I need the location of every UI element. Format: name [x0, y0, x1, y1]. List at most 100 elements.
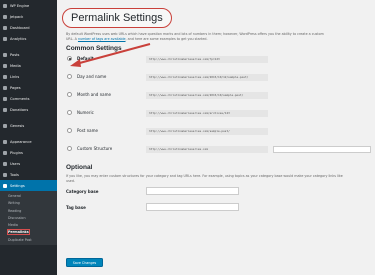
custom-structure-input[interactable]	[273, 146, 371, 153]
category-base-row: Category base	[66, 184, 375, 200]
nav-label: WP Engine	[10, 3, 30, 8]
nav-item-users[interactable]: Users	[0, 158, 57, 169]
analytics-icon	[3, 36, 7, 41]
radio-post-name[interactable]	[67, 128, 72, 133]
nav-label: Users	[10, 161, 21, 166]
nav-label: Comments	[10, 96, 30, 101]
media-icon	[3, 63, 7, 68]
option-label[interactable]: Post name	[77, 128, 98, 133]
option-label[interactable]: Custom Structure	[77, 146, 112, 151]
radio-month-and-name[interactable]	[67, 92, 72, 97]
url-sample: http://www.christinamarieseries.com/2015…	[146, 92, 268, 99]
submenu-permalinks[interactable]: Permalinks	[0, 229, 57, 236]
submenu-reading[interactable]: Reading	[0, 208, 57, 215]
option-label[interactable]: Default	[77, 56, 94, 61]
radio-numeric[interactable]	[67, 110, 72, 115]
nav-item-jetpack[interactable]: Jetpack	[0, 11, 57, 22]
submenu-writing[interactable]: Writing	[0, 200, 57, 207]
url-sample: http://www.christinamarieseries.com/samp…	[146, 128, 268, 135]
appearance-icon	[3, 139, 7, 144]
option-label[interactable]: Numeric	[77, 110, 94, 115]
nav-label: Media	[10, 63, 21, 68]
radio-day-and-name[interactable]	[67, 74, 72, 79]
url-sample: http://www.christinamarieseries.com/?p=1…	[146, 56, 268, 63]
donations-icon	[3, 107, 7, 112]
nav-item-plugins[interactable]: Plugins	[0, 147, 57, 158]
submenu-general[interactable]: General	[0, 193, 57, 200]
submenu-permalinks-label: Permalinks	[6, 229, 31, 236]
nav-item-genesis[interactable]: Genesis	[0, 120, 57, 131]
nav-item-tools[interactable]: Tools	[0, 169, 57, 180]
common-settings-heading: Common Settings	[66, 45, 122, 52]
tools-icon	[3, 172, 7, 177]
nav-label: Posts	[10, 52, 20, 57]
pin-icon	[3, 52, 7, 57]
option-default: Default http://www.christinamarieseries.…	[66, 52, 375, 70]
pages-icon	[3, 85, 7, 90]
tag-base-row: Tag base	[66, 200, 375, 216]
comments-icon	[3, 96, 7, 101]
dashboard-icon	[3, 25, 7, 30]
url-sample: http://www.christinamarieseries.com/arch…	[146, 110, 268, 117]
tag-base-label: Tag base	[66, 205, 86, 210]
optional-desc-line1: If you like, you may enter custom struct…	[66, 174, 343, 178]
submenu-discussion[interactable]: Discussion	[0, 215, 57, 222]
genesis-icon	[3, 123, 7, 128]
plugins-icon	[3, 150, 7, 155]
submenu-media[interactable]: Media	[0, 222, 57, 229]
tag-base-input[interactable]	[146, 203, 239, 211]
nav-label: Plugins	[10, 150, 23, 155]
optional-description: If you like, you may enter custom struct…	[66, 174, 375, 184]
nav-label: Genesis	[10, 123, 25, 128]
option-label[interactable]: Month and name	[77, 92, 111, 97]
nav-item-donations[interactable]: Donations	[0, 104, 57, 115]
option-label[interactable]: Day and name	[77, 74, 106, 79]
permalink-options: Default http://www.christinamarieseries.…	[66, 52, 375, 160]
save-changes-button[interactable]: Save Changes	[66, 258, 103, 267]
nav-label: Appearance	[10, 139, 32, 144]
jetpack-icon	[3, 14, 7, 19]
intro-line1: By default WordPress uses web URLs which…	[66, 32, 324, 36]
nav-label: Donations	[10, 107, 29, 112]
option-numeric: Numeric http://www.christinamarieseries.…	[66, 106, 375, 124]
nav-item-media[interactable]: Media	[0, 60, 57, 71]
main-content: Permalink Settings By default WordPress …	[57, 0, 375, 275]
nav-item-dashboard[interactable]: Dashboard	[0, 22, 57, 33]
option-day-and-name: Day and name http://www.christinamariese…	[66, 70, 375, 88]
nav-item-pages[interactable]: Pages	[0, 82, 57, 93]
category-base-label: Category base	[66, 189, 99, 194]
nav-item-posts[interactable]: Posts	[0, 49, 57, 60]
nav-item-wp-engine[interactable]: WP Engine	[0, 0, 57, 11]
url-sample: http://www.christinamarieseries.com	[146, 146, 268, 153]
submenu-duplicate-post[interactable]: Duplicate Post	[0, 237, 57, 244]
settings-submenu: General Writing Reading Discussion Media…	[0, 191, 57, 246]
nav-label: Analytics	[10, 36, 27, 41]
option-custom-structure: Custom Structure http://www.christinamar…	[66, 142, 375, 160]
intro-text: By default WordPress uses web URLs which…	[66, 32, 375, 42]
nav-label: Tools	[10, 172, 19, 177]
nav-label: Links	[10, 74, 20, 79]
nav-label: Pages	[10, 85, 21, 90]
nav-label: Settings	[10, 183, 25, 188]
wpengine-icon	[3, 3, 7, 8]
option-month-and-name: Month and name http://www.christinamarie…	[66, 88, 375, 106]
category-base-input[interactable]	[146, 187, 239, 195]
nav-item-settings[interactable]: Settings	[0, 180, 57, 191]
nav-item-analytics[interactable]: Analytics	[0, 33, 57, 44]
nav-label: Jetpack	[10, 14, 24, 19]
intro-suffix: , and here are some examples to get you …	[125, 37, 208, 41]
admin-sidebar: WP Engine Jetpack Dashboard Analytics Po…	[0, 0, 57, 275]
nav-item-appearance[interactable]: Appearance	[0, 136, 57, 147]
option-post-name: Post name http://www.christinamarieserie…	[66, 124, 375, 142]
radio-custom-structure[interactable]	[67, 146, 72, 151]
nav-item-comments[interactable]: Comments	[0, 93, 57, 104]
tags-link[interactable]: number of tags are available	[78, 37, 126, 41]
url-sample: http://www.christinamarieseries.com/2015…	[146, 74, 268, 81]
nav-label: Dashboard	[10, 25, 30, 30]
settings-icon	[3, 183, 7, 188]
intro-prefix: URL. A	[66, 37, 78, 41]
radio-default[interactable]	[67, 56, 72, 61]
users-icon	[3, 161, 7, 166]
optional-heading: Optional	[66, 164, 93, 171]
nav-item-links[interactable]: Links	[0, 71, 57, 82]
